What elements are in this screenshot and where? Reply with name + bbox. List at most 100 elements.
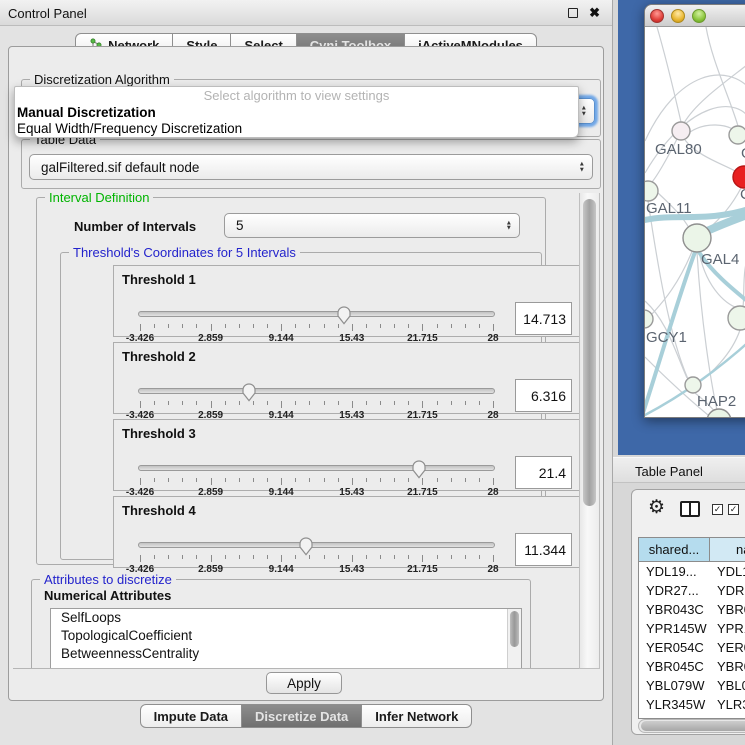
network-edge[interactable] xyxy=(684,61,745,123)
threshold-value-field[interactable] xyxy=(515,533,572,566)
column-header-shared[interactable]: shared... xyxy=(639,538,710,561)
scrollbar-thumb[interactable] xyxy=(641,721,745,731)
network-node[interactable] xyxy=(707,409,731,417)
tick-mark xyxy=(394,324,395,328)
table-row[interactable]: YLR345WYLR3 xyxy=(639,695,745,714)
settings-vertical-scrollbar[interactable] xyxy=(579,193,600,669)
node-table[interactable]: shared... na YDL19...YDL1YDR27...YDR2YBR… xyxy=(638,537,745,719)
threshold-slider[interactable]: -3.4262.8599.14415.4321.71528 xyxy=(138,537,495,569)
tick-mark xyxy=(394,555,395,559)
network-node[interactable] xyxy=(685,377,701,393)
float-window-icon[interactable] xyxy=(568,8,578,18)
network-node[interactable] xyxy=(645,310,653,328)
dropdown-item[interactable]: Equal Width/Frequency Discretization xyxy=(15,121,578,137)
threshold-slider[interactable]: -3.4262.8599.14415.4321.71528 xyxy=(138,383,495,415)
close-traffic-light-icon[interactable] xyxy=(650,9,664,23)
threshold-value-field[interactable] xyxy=(515,379,572,412)
table-data-combobox[interactable]: galFiltered.sif default node ▲▼ xyxy=(29,154,593,180)
tick-mark xyxy=(465,324,466,328)
cell-shared-name: YLR345W xyxy=(639,695,710,714)
attribute-item[interactable]: SelfLoops xyxy=(51,609,521,627)
slider-thumb[interactable] xyxy=(241,382,257,402)
threshold-value-field[interactable] xyxy=(515,302,572,335)
dropdown-item[interactable]: Manual Discretization xyxy=(15,105,578,121)
attribute-items: SelfLoopsTopologicalCoefficientBetweenne… xyxy=(51,609,521,663)
table-row[interactable]: YDR27...YDR2 xyxy=(639,581,745,600)
slider-track[interactable] xyxy=(138,311,495,317)
cell-shared-name: YDL19... xyxy=(639,562,710,581)
slider-thumb[interactable] xyxy=(336,305,352,325)
tick-mark xyxy=(267,478,268,482)
tick-mark xyxy=(437,555,438,559)
tab-infer-network[interactable]: Infer Network xyxy=(362,704,472,728)
attribute-item[interactable]: BetweennessCentrality xyxy=(51,645,521,663)
tick-mark xyxy=(281,555,282,562)
network-edge[interactable] xyxy=(706,27,738,126)
group-title: Discretization Algorithm xyxy=(30,72,174,87)
network-node[interactable] xyxy=(729,126,745,144)
slider-track[interactable] xyxy=(138,388,495,394)
minimize-traffic-light-icon[interactable] xyxy=(671,9,685,23)
slider-track[interactable] xyxy=(138,465,495,471)
network-edge[interactable] xyxy=(690,125,734,132)
tab-discretize-data[interactable]: Discretize Data xyxy=(242,704,362,728)
table-row[interactable]: YBR045CYBR0 xyxy=(639,657,745,676)
interval-definition-group: Interval Definition Number of Intervals … xyxy=(36,197,546,565)
network-node[interactable] xyxy=(683,224,711,252)
apply-button[interactable]: Apply xyxy=(266,672,342,694)
tick-mark xyxy=(281,324,282,331)
table-row[interactable]: YBL079WYBL0 xyxy=(639,676,745,695)
scrollbar-thumb[interactable] xyxy=(583,199,596,506)
zoom-traffic-light-icon[interactable] xyxy=(692,9,706,23)
settings-scroll-area: Interval Definition Number of Intervals … xyxy=(13,193,579,669)
slider-track[interactable] xyxy=(138,542,495,548)
tick-mark xyxy=(225,478,226,482)
tab-impute-data[interactable]: Impute Data xyxy=(140,704,242,728)
network-view[interactable]: GAL80GACGAL11GAL4GCY1HHAP2 xyxy=(645,27,745,417)
network-window: GAL80GACGAL11GAL4GCY1HHAP2 xyxy=(644,4,745,418)
tick-mark xyxy=(225,401,226,405)
threshold-slider[interactable]: -3.4262.8599.14415.4321.71528 xyxy=(138,306,495,338)
tick-mark xyxy=(267,555,268,559)
tick-mark xyxy=(225,555,226,559)
tick-mark xyxy=(253,401,254,405)
attributes-group: Attributes to discretize Numerical Attri… xyxy=(31,579,531,669)
table-row[interactable]: YDL19...YDL1 xyxy=(639,562,745,581)
table-row[interactable]: YER054CYER0 xyxy=(639,638,745,657)
network-window-titlebar[interactable] xyxy=(645,5,745,27)
tick-mark xyxy=(154,401,155,405)
tick-mark xyxy=(267,324,268,328)
list-scrollbar-thumb[interactable] xyxy=(510,611,519,647)
network-node[interactable] xyxy=(645,181,658,201)
tick-mark xyxy=(338,478,339,482)
threshold-value-field[interactable] xyxy=(515,456,572,489)
tick-mark xyxy=(196,555,197,559)
checkbox-icon[interactable]: ✓ xyxy=(728,504,739,515)
bottom-tab-bar: Impute DataDiscretize DataInfer Network xyxy=(0,704,612,728)
table-row[interactable]: YBR043CYBR0 xyxy=(639,600,745,619)
columns-icon[interactable] xyxy=(680,501,700,517)
network-graph: GAL80GACGAL11GAL4GCY1HHAP2 xyxy=(645,27,745,417)
attribute-item[interactable]: TopologicalCoefficient xyxy=(51,627,521,645)
network-node[interactable] xyxy=(728,306,745,330)
slider-thumb[interactable] xyxy=(298,536,314,556)
threshold-slider[interactable]: -3.4262.8599.14415.4321.71528 xyxy=(138,460,495,492)
table-horizontal-scrollbar[interactable] xyxy=(638,719,745,733)
tick-mark xyxy=(253,324,254,328)
network-edge[interactable] xyxy=(657,27,681,122)
slider-thumb[interactable] xyxy=(411,459,427,479)
numerical-attributes-list[interactable]: SelfLoopsTopologicalCoefficientBetweenne… xyxy=(50,608,522,669)
tick-mark xyxy=(196,401,197,405)
checkbox-icon[interactable]: ✓ xyxy=(712,504,723,515)
table-row[interactable]: YPR145WYPR1 xyxy=(639,619,745,638)
close-icon[interactable]: ✖ xyxy=(589,5,600,21)
tick-label: 28 xyxy=(487,564,498,575)
column-header-name[interactable]: na xyxy=(710,538,745,561)
network-node[interactable] xyxy=(672,122,690,140)
combo-arrows-icon: ▲▼ xyxy=(581,106,587,117)
tick-mark xyxy=(493,478,494,485)
network-node[interactable] xyxy=(733,166,745,188)
num-intervals-combobox[interactable]: 5 ▲▼ xyxy=(224,213,520,238)
list-scrollbar[interactable] xyxy=(507,609,521,669)
gear-icon[interactable]: ⚙ xyxy=(648,496,665,519)
